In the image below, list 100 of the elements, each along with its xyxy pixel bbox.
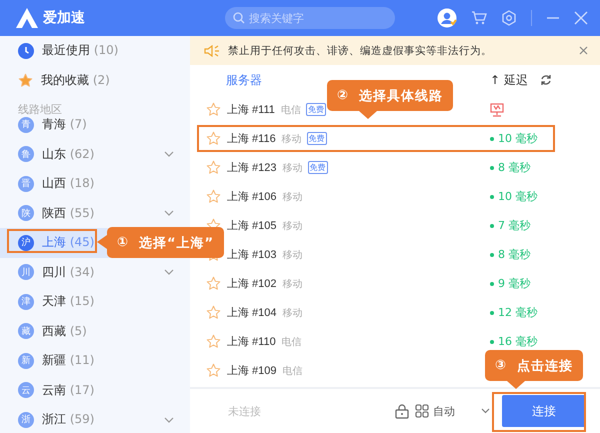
region-badge: 晋 [18,176,34,192]
mode-label[interactable]: 自动 [433,404,455,418]
server-name: 上海 #104 [227,306,277,320]
region-badge: 陕 [18,205,34,222]
latency-text: 16 毫秒 [498,334,538,349]
tooltip-text: 选择具体线路 [359,88,444,104]
app-name: 爱加速 [43,9,85,27]
region-label: 青海 (7) [42,117,87,134]
star-icon[interactable] [206,131,221,146]
latency-text: 8 毫秒 [498,247,530,262]
chevron-icon[interactable] [164,416,174,423]
step-number: ① [117,235,130,250]
connection-status: 未连接 [228,404,261,418]
status-dot [490,136,494,140]
region-label: 西藏 (5) [42,322,87,340]
region-label: 天津 (15) [42,293,94,310]
region-badge: 沪 [18,234,34,251]
region-label: 云南 (17) [42,382,94,399]
sidebar-label: 最近使用 (10) [42,42,118,60]
status-dot [490,194,494,198]
grid-icon[interactable] [415,404,429,418]
free-tag: 免费 [306,103,326,116]
server-name: 上海 #110 [227,335,276,349]
server-name: 上海 #103 [227,248,277,262]
free-tag: 免费 [308,161,328,174]
star-icon[interactable] [206,102,221,117]
chevron-icon[interactable] [481,408,490,414]
settings-icon[interactable] [501,10,517,26]
server-name: 上海 #105 [227,219,277,233]
latency-text: 12 毫秒 [498,305,538,320]
carrier-label: 电信 [282,364,303,378]
section-title: 线路地区 [17,102,63,117]
speaker-icon [204,44,220,56]
notice-text: 禁止用于任何攻击、诽谤、编造虚假事实等非法行为。 [228,44,492,58]
status-dot [490,340,494,344]
sidebar-item[interactable]: 最近使用 (10) [0,36,190,66]
avatar-icon[interactable] [437,8,457,28]
refresh-icon[interactable] [540,74,552,86]
region-label: 浙江 (59) [42,411,94,428]
star-icon[interactable] [206,189,221,204]
latency-text: 8 毫秒 [498,160,530,175]
star-icon [18,72,33,88]
chevron-icon[interactable] [164,269,174,276]
region-badge: 鲁 [18,146,34,162]
region-label: 陕西 (55) [42,204,94,222]
region-label: 山东 (62) [42,146,94,163]
server-name: 上海 #106 [227,190,277,204]
search-field[interactable]: 搜索关键字 [225,7,395,29]
region-item[interactable]: 藏 西藏 (5) [0,316,190,346]
server-name: 上海 #111 [227,103,275,117]
carrier-label: 移动 [282,220,303,232]
latency-text: 10 毫秒 [498,131,538,146]
carrier-label: 移动 [282,162,303,174]
server-name: 上海 #123 [227,161,277,175]
region-item[interactable]: 浙 浙江 (59) [0,405,190,433]
region-item[interactable]: 青 青海 (7) [0,117,190,140]
carrier-label: 移动 [282,278,303,290]
column-header: 服务器 [226,72,262,88]
status-dot [490,224,494,228]
star-icon[interactable] [206,305,221,320]
clock-icon [18,42,34,59]
region-badge: 川 [18,264,34,280]
star-icon[interactable] [206,334,221,349]
region-item[interactable]: 云 云南 (17) [0,376,190,405]
region-label: 四川 (34) [42,264,94,281]
latency-text: 10 毫秒 [498,189,538,204]
status-dot [490,282,494,286]
region-badge: 云 [18,382,34,398]
connect-button[interactable]: 连接 [502,395,586,427]
region-label: 山西 (18) [42,175,94,192]
cart-icon[interactable] [471,10,487,26]
status-dot [490,166,494,170]
star-icon[interactable] [206,363,221,378]
sort-arrow[interactable]: ↑ [490,73,500,87]
latency-text: 7 毫秒 [498,218,530,233]
server-warning-icon [490,102,504,116]
region-label: 新疆 (11) [42,352,94,370]
carrier-label: 移动 [282,306,303,320]
free-tag: 免费 [306,132,327,145]
column-header[interactable]: 延迟 [504,72,528,88]
sidebar-item[interactable]: 我的收藏 (2) [0,66,190,95]
region-item[interactable]: 晋 山西 (18) [0,169,190,198]
chevron-icon[interactable] [164,151,174,158]
region-badge: 浙 [18,412,34,428]
carrier-label: 移动 [282,248,303,262]
region-badge: 津 [18,294,34,310]
tooltip-text: 点击连接 [517,358,574,374]
region-item[interactable]: 新 新疆 (11) [0,346,190,376]
region-item[interactable]: 陕 陕西 (55) [0,198,190,228]
star-icon[interactable] [206,276,221,291]
region-item[interactable]: 鲁 山东 (62) [0,140,190,169]
region-badge: 藏 [18,323,34,340]
region-item[interactable]: 津 天津 (15) [0,287,190,316]
region-badge: 青 [18,117,34,133]
chevron-icon[interactable] [164,210,174,216]
close-icon[interactable] [579,46,588,55]
lock-icon[interactable] [395,404,409,418]
latency-text: 9 毫秒 [498,276,530,291]
region-item[interactable]: 川 四川 (34) [0,258,190,287]
star-icon[interactable] [206,160,221,175]
